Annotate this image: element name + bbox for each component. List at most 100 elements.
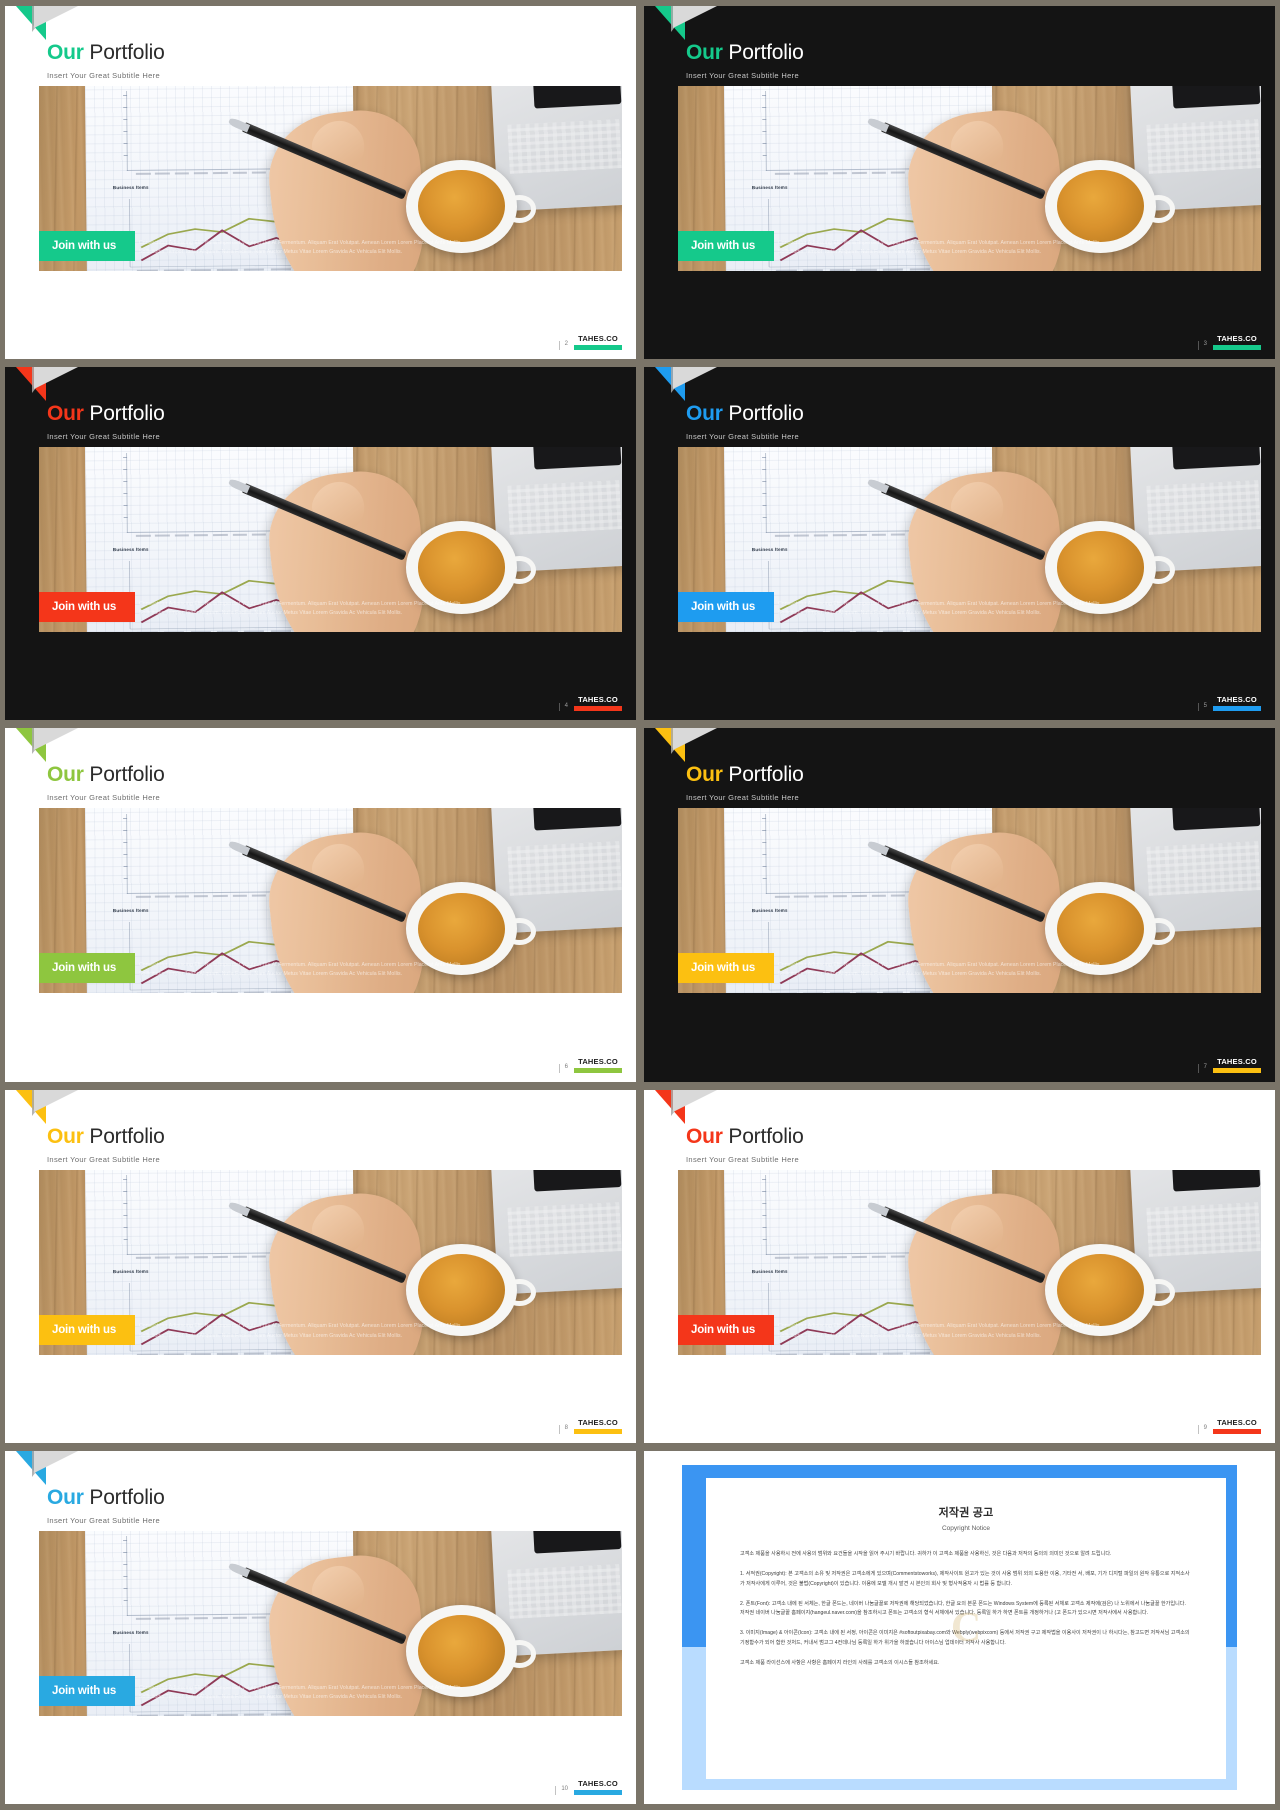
brand-name: TAHES.CO	[1217, 1056, 1257, 1066]
chart-label: Business Items	[112, 1268, 149, 1274]
join-with-us-button[interactable]: Join with us	[39, 1314, 135, 1345]
slide-thumbnail-3[interactable]: Our Portfolio Insert Your Great Subtitle…	[644, 6, 1275, 360]
slide-thumbnail-10[interactable]: Our Portfolio Insert Your Great Subtitle…	[5, 1450, 636, 1804]
corner-ribbon-icon	[655, 6, 717, 40]
page-title: Our Portfolio	[47, 764, 165, 785]
join-with-us-button[interactable]: Join with us	[39, 1675, 135, 1706]
join-with-us-button[interactable]: Join with us	[678, 953, 774, 984]
slide-thumbnail-9[interactable]: Our Portfolio Insert Your Great Subtitle…	[644, 1089, 1275, 1443]
title-accent: Our	[47, 1124, 84, 1148]
slide-footer: 9 TAHES.CO	[1197, 1418, 1261, 1434]
slide-thumbnail-2[interactable]: Our Portfolio Insert Your Great Subtitle…	[5, 6, 636, 360]
page-number: 5	[1197, 702, 1207, 712]
title-block: Our Portfolio Insert Your Great Subtitle…	[47, 1126, 165, 1164]
brand-accent-bar	[574, 1428, 622, 1434]
slide-thumbnail-8[interactable]: Our Portfolio Insert Your Great Subtitle…	[5, 1089, 636, 1443]
copyright-title: 저작권 공고	[938, 1506, 994, 1519]
page-number: 4	[558, 702, 568, 712]
lorem-text: Consectetur Adipiscing Elit. Nulla Imper…	[139, 962, 463, 978]
slide-thumbnail-5[interactable]: Our Portfolio Insert Your Great Subtitle…	[644, 367, 1275, 721]
page-title: Our Portfolio	[686, 764, 804, 785]
chart-label: Business Items	[112, 907, 149, 913]
lorem-text: Consectetur Adipiscing Elit. Nulla Imper…	[139, 1684, 463, 1700]
lorem-text: Consectetur Adipiscing Elit. Nulla Imper…	[139, 601, 463, 617]
page-subtitle: Insert Your Great Subtitle Here	[47, 1154, 160, 1164]
slide-footer: 4 TAHES.CO	[558, 695, 622, 712]
slide-thumbnail-grid: Our Portfolio Insert Your Great Subtitle…	[0, 0, 1280, 1810]
lorem-text: Consectetur Adipiscing Elit. Nulla Imper…	[778, 601, 1102, 617]
slide-footer: 7 TAHES.CO	[1197, 1056, 1261, 1073]
title-accent: Our	[686, 402, 723, 426]
brand-accent-bar	[1213, 706, 1261, 712]
page-subtitle: Insert Your Great Subtitle Here	[47, 71, 160, 80]
join-button-label: Join with us	[691, 962, 756, 975]
join-with-us-button[interactable]: Join with us	[39, 231, 135, 261]
title-accent: Our	[686, 763, 723, 787]
page-subtitle: Insert Your Great Subtitle Here	[686, 432, 799, 442]
copyright-paragraph: 2. 폰트(Font): 고객소 내에 된 서체는, 한글 폰드는, 네이버 나…	[740, 1600, 1186, 1617]
copyright-paragraph: 3. 이미지(Image) & 아이콘(Icon): 고객소 내에 된 서정, …	[740, 1630, 1190, 1647]
copyright-body: 고객소 제품을 사용하시 전에 사용의 범위와 요건들을 시작을 읽어 주시기 …	[740, 1550, 1192, 1669]
title-accent: Our	[47, 402, 84, 426]
copyright-paragraph: 고객소 제품 라이선스에 사항은 사항은 홈페이지 라인의 사례를 고객소의 이…	[740, 1660, 940, 1667]
page-subtitle: Insert Your Great Subtitle Here	[47, 1515, 160, 1525]
slide-footer: 8 TAHES.CO	[558, 1418, 622, 1434]
page-number: 8	[558, 1425, 568, 1434]
title-rest: Portfolio	[722, 41, 804, 64]
corner-ribbon-icon	[16, 1089, 78, 1124]
lorem-text: Consectetur Adipiscing Elit. Nulla Imper…	[778, 962, 1102, 978]
title-accent: Our	[47, 763, 84, 787]
slide-thumbnail-4[interactable]: Our Portfolio Insert Your Great Subtitle…	[5, 367, 636, 721]
chart-label: Business Items	[751, 545, 788, 552]
slide-footer: 3 TAHES.CO	[1197, 334, 1261, 351]
join-with-us-button[interactable]: Join with us	[678, 592, 774, 623]
join-with-us-button[interactable]: Join with us	[39, 592, 135, 623]
brand-name: TAHES.CO	[1217, 334, 1257, 344]
title-rest: Portfolio	[722, 763, 804, 787]
hero-photo: Business Items Join with us Consectetur …	[39, 1169, 622, 1355]
chart-label: Business Items	[751, 907, 788, 913]
hero-photo: Business Items Join with us Consectetur …	[678, 86, 1261, 271]
chart-label: Business Items	[751, 1268, 788, 1274]
join-with-us-button[interactable]: Join with us	[39, 953, 135, 984]
title-rest: Portfolio	[83, 1124, 165, 1148]
chart-label: Business Items	[112, 1629, 149, 1635]
brand-name: TAHES.CO	[578, 1056, 618, 1066]
slide-thumbnail-copyright-notice[interactable]: C 저작권 공고 Copyright Notice 고객소 제품을 사용하시 전…	[644, 1450, 1275, 1804]
chart-label: Business Items	[751, 184, 788, 191]
corner-ribbon-icon	[655, 367, 717, 402]
page-title: Our Portfolio	[47, 403, 165, 424]
page-subtitle: Insert Your Great Subtitle Here	[47, 432, 160, 442]
slide-footer: 5 TAHES.CO	[1197, 695, 1261, 712]
corner-ribbon-icon	[16, 367, 78, 402]
hero-photo: Business Items Join with us Consectetur …	[39, 86, 622, 271]
lorem-text: Consectetur Adipiscing Elit. Nulla Imper…	[778, 239, 1102, 255]
page-number: 6	[558, 1063, 568, 1073]
copyright-paper: C 저작권 공고 Copyright Notice 고객소 제품을 사용하시 전…	[706, 1477, 1226, 1779]
title-rest: Portfolio	[83, 763, 165, 787]
brand-name: TAHES.CO	[578, 334, 618, 344]
lorem-text: Consectetur Adipiscing Elit. Nulla Imper…	[139, 239, 463, 255]
page-number: 9	[1197, 1425, 1207, 1434]
corner-ribbon-icon	[655, 728, 717, 763]
slide-thumbnail-6[interactable]: Our Portfolio Insert Your Great Subtitle…	[5, 728, 636, 1082]
slide-thumbnail-7[interactable]: Our Portfolio Insert Your Great Subtitle…	[644, 728, 1275, 1082]
corner-ribbon-icon	[655, 1089, 717, 1124]
chart-label: Business Items	[112, 545, 149, 552]
join-with-us-button[interactable]: Join with us	[678, 231, 774, 261]
join-button-label: Join with us	[52, 962, 117, 975]
corner-ribbon-icon	[16, 1450, 78, 1485]
hero-photo: Business Items Join with us Consectetur …	[39, 447, 622, 633]
copyright-paragraph: 고객소 제품을 사용하시 전에 사용의 범위와 요건들을 시작을 읽어 주시기 …	[740, 1550, 1112, 1557]
title-accent: Our	[47, 1485, 84, 1509]
brand-name: TAHES.CO	[1217, 695, 1257, 705]
lorem-text: Consectetur Adipiscing Elit. Nulla Imper…	[139, 1323, 463, 1339]
hero-photo: Business Items Join with us Consectetur …	[678, 808, 1261, 994]
page-title: Our Portfolio	[686, 403, 804, 424]
copyright-paragraph: 1. 서적권(Copyright): 본 고객소의 소유 및 저작권은 고객소에…	[740, 1570, 1190, 1587]
page-title: Our Portfolio	[686, 1126, 804, 1147]
page-title: Our Portfolio	[47, 1126, 165, 1147]
join-with-us-button[interactable]: Join with us	[678, 1314, 774, 1345]
chart-label: Business Items	[112, 184, 149, 191]
slide-footer: 6 TAHES.CO	[558, 1056, 622, 1073]
